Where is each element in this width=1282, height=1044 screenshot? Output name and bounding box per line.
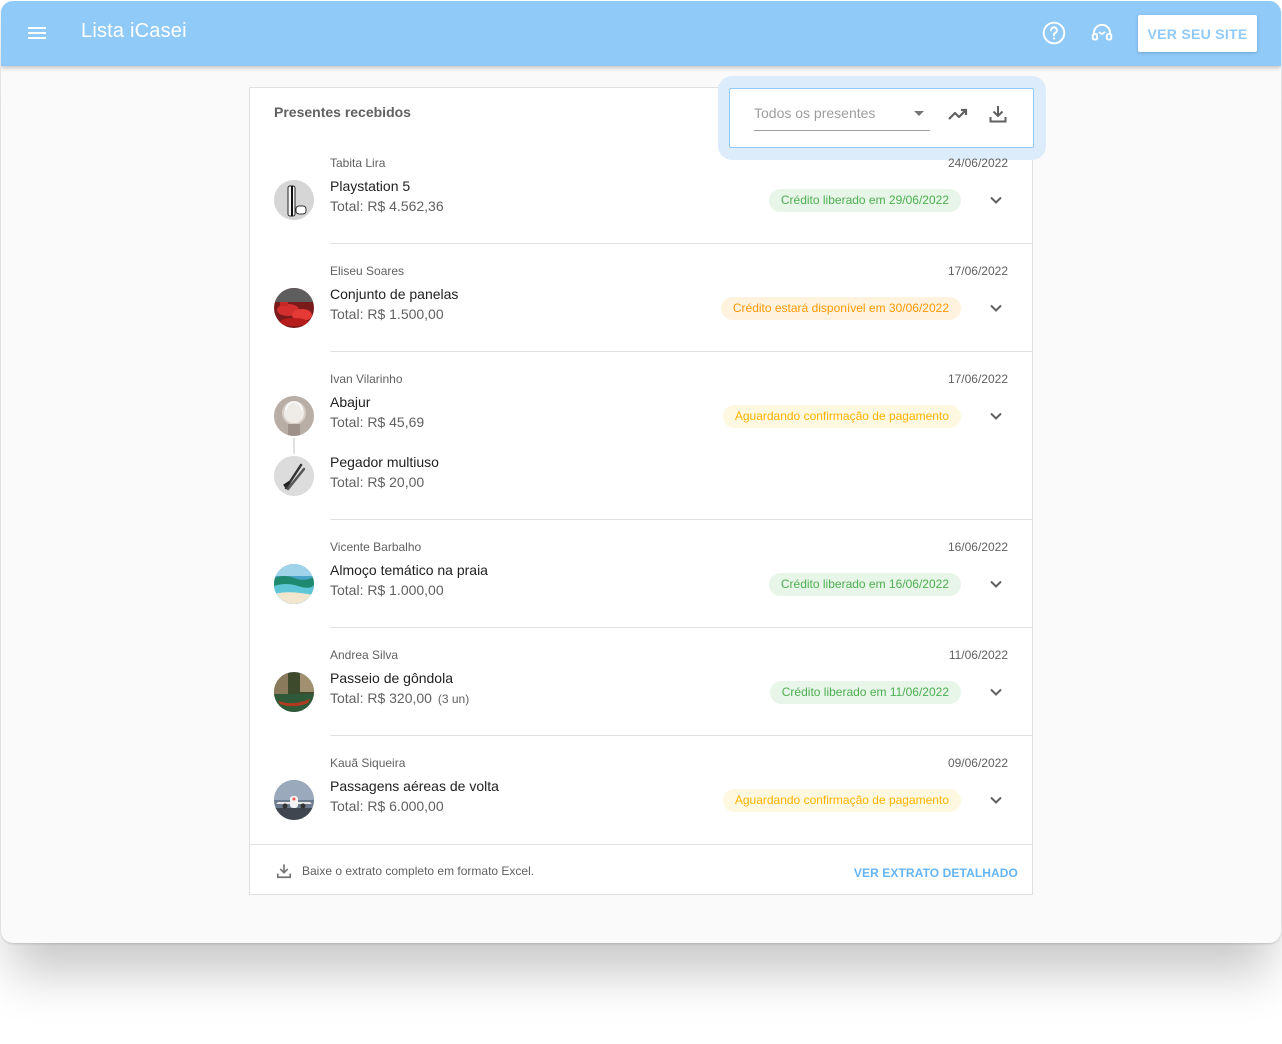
gift-date: 11/06/2022 <box>948 648 1008 662</box>
app-title: Lista iCasei <box>81 20 187 42</box>
item-name: Conjunto de panelas <box>330 286 459 302</box>
gift-date: 09/06/2022 <box>947 756 1008 770</box>
gift-item: Playstation 5 Total: R$ 4.562,36 Crédito… <box>250 178 1032 222</box>
item-name: Pegador multiuso <box>330 454 439 470</box>
item-total: Total: R$ 20,00 <box>330 474 425 490</box>
item-total: Total: R$ 4.562,36 <box>330 198 444 214</box>
headset-icon[interactable] <box>1089 20 1115 46</box>
gift-date: 17/06/2022 <box>947 372 1008 386</box>
pans-image <box>274 288 314 328</box>
status-badge: Crédito estará disponível em 30/06/2022 <box>720 297 961 320</box>
gift-date: 24/06/2022 <box>947 156 1008 170</box>
card-title: Presentes recebidos <box>274 104 411 120</box>
gift-filter-select[interactable]: Todos os presentes <box>754 103 930 131</box>
divider <box>330 627 1032 628</box>
giver-name: Andrea Silva <box>330 648 399 662</box>
item-name: Playstation 5 <box>330 178 411 194</box>
item-name: Passagens aéreas de volta <box>330 778 499 794</box>
app-bar: Lista iCasei VER SEU SITE <box>1 1 1281 66</box>
item-total-value: Total: R$ 320,00 <box>330 690 432 706</box>
gift-filter-value: Todos os presentes <box>754 105 876 121</box>
chevron-down-icon[interactable] <box>984 188 1008 212</box>
item-total: Total: R$ 1.000,00 <box>330 582 444 598</box>
status-badge: Aguardando confirmação de pagamento <box>722 405 961 428</box>
card-footer: Baixe o extrato completo em formato Exce… <box>250 844 1032 894</box>
view-site-button[interactable]: VER SEU SITE <box>1138 15 1257 52</box>
item-total: Total: R$ 6.000,00 <box>330 798 444 814</box>
status-badge: Crédito liberado em 11/06/2022 <box>769 681 961 704</box>
gondola-image <box>274 672 314 712</box>
item-name: Abajur <box>330 394 371 410</box>
giver-name: Kauã Siqueira <box>330 756 406 770</box>
item-name: Almoço temático na praia <box>330 562 488 578</box>
gift-item: Conjunto de panelas Total: R$ 1.500,00 C… <box>250 286 1032 330</box>
lamp-image <box>274 396 314 436</box>
item-total: Total: R$ 1.500,00 <box>330 306 444 322</box>
trending-up-icon[interactable] <box>946 102 970 126</box>
detailed-statement-link[interactable]: VER EXTRATO DETALHADO <box>854 866 1018 880</box>
gift-date: 16/06/2022 <box>947 540 1008 554</box>
tongs-image <box>274 456 314 496</box>
status-badge: Aguardando confirmação de pagamento <box>722 789 961 812</box>
giver-name: Ivan Vilarinho <box>330 372 403 386</box>
gift-entry: Tabita Lira 24/06/2022 Playstation 5 Tot… <box>250 156 1032 244</box>
menu-icon[interactable] <box>25 21 49 45</box>
chevron-down-icon[interactable] <box>984 788 1008 812</box>
gifts-card: Presentes recebidos Todos os presentes T… <box>249 76 1046 895</box>
gift-entry: Andrea Silva 11/06/2022 Passeio de gôndo… <box>250 648 1032 736</box>
chevron-down-icon[interactable] <box>984 680 1008 704</box>
gift-entry: Ivan Vilarinho 17/06/2022 Abajur Total: … <box>250 372 1032 520</box>
gift-item: Passeio de gôndola Total: R$ 320,00 (3 u… <box>250 670 1032 714</box>
item-total: Total: R$ 45,69 <box>330 414 425 430</box>
gift-item: Pegador multiuso Total: R$ 20,00 <box>250 454 1032 498</box>
item-quantity: (3 un) <box>437 692 470 706</box>
airplane-image <box>274 780 314 820</box>
giver-name: Tabita Lira <box>330 156 386 170</box>
download-icon[interactable] <box>986 102 1010 126</box>
giver-name: Vicente Barbalho <box>330 540 422 554</box>
item-total: Total: R$ 320,00 (3 un) <box>330 690 469 706</box>
giver-name: Eliseu Soares <box>330 264 405 278</box>
filter-toolbar: Todos os presentes <box>729 88 1034 148</box>
help-icon[interactable] <box>1041 20 1067 46</box>
chevron-down-icon[interactable] <box>984 404 1008 428</box>
status-badge: Crédito liberado em 16/06/2022 <box>768 573 961 596</box>
chevron-down-icon[interactable] <box>984 572 1008 596</box>
item-name: Passeio de gôndola <box>330 670 453 686</box>
chevron-down-icon[interactable] <box>984 296 1008 320</box>
status-badge: Crédito liberado em 29/06/2022 <box>768 189 961 212</box>
divider <box>330 351 1032 352</box>
download-icon <box>274 861 294 881</box>
gift-entry: Eliseu Soares 17/06/2022 Conjunto de pan… <box>250 264 1032 352</box>
gift-item: Almoço temático na praia Total: R$ 1.000… <box>250 562 1032 606</box>
gift-item: Passagens aéreas de volta Total: R$ 6.00… <box>250 778 1032 822</box>
item-connector <box>293 438 295 454</box>
gift-entry: Vicente Barbalho 16/06/2022 Almoço temát… <box>250 540 1032 628</box>
divider <box>330 243 1032 244</box>
gift-item: Abajur Total: R$ 45,69 Aguardando confir… <box>250 394 1032 438</box>
gift-date: 17/06/2022 <box>947 264 1008 278</box>
playstation-image <box>274 180 314 220</box>
dropdown-arrow-icon <box>914 111 924 116</box>
divider <box>330 735 1032 736</box>
divider <box>330 519 1032 520</box>
footer-text: Baixe o extrato completo em formato Exce… <box>302 864 535 878</box>
gift-entry: Kauã Siqueira 09/06/2022 Passagens aérea… <box>250 756 1032 844</box>
beach-image <box>274 564 314 604</box>
app-window: Lista iCasei VER SEU SITE Presentes rece… <box>1 1 1281 943</box>
